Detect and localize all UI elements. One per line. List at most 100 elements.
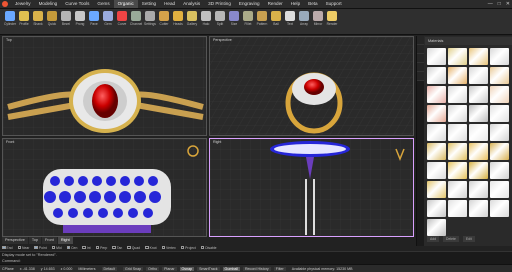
material-swatch[interactable] (490, 48, 509, 65)
status-record-history-toggle[interactable]: Record History (242, 266, 271, 271)
materials-add-button[interactable]: Add (427, 236, 440, 242)
checkbox[interactable] (2, 245, 6, 250)
menu-item-modeling[interactable]: Modeling (35, 0, 62, 8)
material-swatch[interactable] (427, 86, 446, 103)
status-grid-snap-toggle[interactable]: Grid Snap (122, 266, 144, 271)
viewport-title[interactable]: Perspective (213, 38, 232, 42)
material-swatch[interactable] (469, 86, 488, 103)
checkbox[interactable] (17, 245, 22, 250)
panel-tab[interactable] (417, 72, 424, 81)
osnap-end[interactable]: End (2, 246, 13, 250)
viewport-title[interactable]: Top (6, 38, 12, 42)
tool-heads-button[interactable]: Heads (172, 11, 184, 31)
viewport-perspective[interactable]: Perspective (209, 36, 414, 136)
material-swatch[interactable] (427, 200, 446, 217)
status-filter-toggle[interactable]: Filter (273, 266, 286, 271)
materials-edit-button[interactable]: Edit (462, 236, 475, 242)
material-swatch[interactable] (427, 67, 446, 84)
tool-render-button[interactable]: Render (326, 11, 338, 31)
viewport-title[interactable]: Right (213, 140, 221, 144)
tab-top[interactable]: Top (28, 237, 41, 244)
tab-perspective[interactable]: Perspective (2, 237, 28, 244)
tool-mirror-button[interactable]: Mirror (312, 11, 324, 31)
menu-item-analysis[interactable]: Analysis (179, 0, 204, 8)
material-swatch[interactable] (427, 105, 446, 122)
checkbox[interactable] (66, 245, 71, 250)
menu-item-support[interactable]: Support (322, 0, 346, 8)
menu-item-setting[interactable]: Setting (138, 0, 160, 8)
tool-bail-button[interactable]: Bail (270, 11, 282, 31)
tool-array-button[interactable]: Array (298, 11, 310, 31)
osnap-cen[interactable]: Cen (66, 245, 77, 250)
material-swatch[interactable] (469, 67, 488, 84)
osnap-mid[interactable]: Mid (51, 246, 62, 250)
tool-pattern-button[interactable]: Pattern (256, 11, 268, 31)
tool-split-button[interactable]: Split (214, 11, 226, 31)
viewport-right[interactable]: Right (209, 138, 414, 237)
panel-tab[interactable] (417, 36, 424, 45)
material-swatch[interactable] (448, 105, 467, 122)
menu-item-render[interactable]: Render (264, 0, 287, 8)
tool-gem-button[interactable]: Gem (102, 11, 114, 31)
menu-item-help[interactable]: Help (287, 0, 304, 8)
menu-item-organic[interactable]: Organic (113, 0, 138, 8)
tool-profile-button[interactable]: Profile (18, 11, 30, 31)
material-swatch[interactable] (490, 67, 509, 84)
minimize-icon[interactable]: — (488, 1, 493, 7)
checkbox[interactable] (112, 245, 116, 250)
osnap-project[interactable]: Project (180, 245, 196, 250)
status-ortho-toggle[interactable]: Ortho (146, 266, 160, 271)
status-osnap-toggle[interactable]: Osnap (179, 266, 195, 271)
material-swatch[interactable] (490, 86, 509, 103)
checkbox[interactable] (161, 245, 166, 250)
checkbox[interactable] (145, 245, 149, 250)
menu-item-beta[interactable]: Beta (304, 0, 321, 8)
material-swatch[interactable] (469, 200, 488, 217)
material-swatch[interactable] (448, 162, 467, 179)
checkbox[interactable] (95, 245, 100, 250)
tool-fillet-button[interactable]: Fillet (242, 11, 254, 31)
material-swatch[interactable] (490, 124, 509, 141)
tool-cylinder-button[interactable]: Cylinder (4, 11, 16, 31)
material-swatch[interactable] (427, 219, 446, 236)
tab-right[interactable]: Right (57, 237, 73, 244)
materials-delete-button[interactable]: Delete (443, 236, 459, 242)
osnap-near[interactable]: Near (17, 245, 29, 250)
material-swatch[interactable] (490, 181, 509, 198)
menu-item-3d-printing[interactable]: 3D Printing (204, 0, 235, 8)
tab-front[interactable]: Front (41, 237, 57, 244)
material-swatch[interactable] (448, 67, 467, 84)
menu-item-head[interactable]: Head (160, 0, 179, 8)
material-swatch[interactable] (469, 124, 488, 141)
tool-quick-button[interactable]: Quick (46, 11, 58, 31)
material-swatch[interactable] (469, 143, 488, 160)
viewport-top[interactable]: Top (2, 36, 207, 136)
checkbox[interactable] (200, 245, 205, 250)
tool-prong-button[interactable]: Prong (74, 11, 86, 31)
material-swatch[interactable] (448, 86, 467, 103)
menu-item-engraving[interactable]: Engraving (235, 0, 264, 8)
checkbox[interactable] (82, 245, 86, 250)
material-swatch[interactable] (469, 48, 488, 65)
viewport-title[interactable]: Front (6, 140, 14, 144)
tool-size-button[interactable]: Size (228, 11, 240, 31)
material-swatch[interactable] (469, 162, 488, 179)
panel-tab[interactable] (417, 63, 424, 72)
status-gumball-toggle[interactable]: Gumball (222, 266, 240, 271)
material-swatch[interactable] (490, 200, 509, 217)
material-swatch[interactable] (448, 48, 467, 65)
osnap-vertex[interactable]: Vertex (161, 245, 176, 250)
layer-selector[interactable]: Default (101, 266, 117, 271)
material-swatch[interactable] (490, 162, 509, 179)
material-swatch[interactable] (448, 143, 467, 160)
menu-item-jewelry[interactable]: Jewelry (11, 0, 35, 8)
status-planar-toggle[interactable]: Planar (162, 266, 177, 271)
osnap-quad[interactable]: Quad (127, 246, 140, 250)
status-smarttrack-toggle[interactable]: SmartTrack (197, 266, 220, 271)
tool-channel-button[interactable]: Channel (130, 11, 142, 31)
osnap-tan[interactable]: Tan (112, 246, 122, 250)
material-swatch[interactable] (427, 181, 446, 198)
material-swatch[interactable] (427, 48, 446, 65)
checkbox[interactable] (180, 245, 185, 250)
material-swatch[interactable] (469, 105, 488, 122)
